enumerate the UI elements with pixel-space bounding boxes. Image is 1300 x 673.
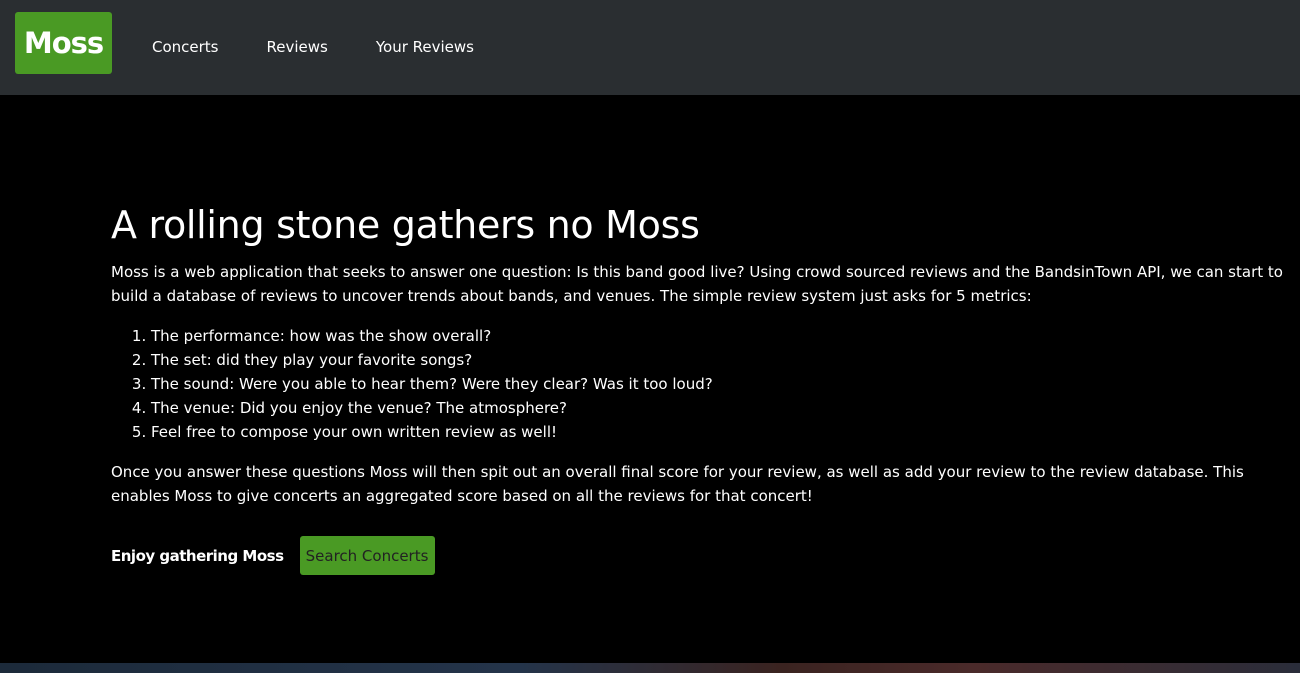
- nav-links: Concerts Reviews Your Reviews: [152, 37, 522, 57]
- intro-paragraph: Moss is a web application that seeks to …: [111, 263, 1283, 305]
- list-item: The performance: how was the show overal…: [151, 324, 1286, 348]
- brand-logo-link[interactable]: Moss: [15, 12, 112, 74]
- nav-link-concerts[interactable]: Concerts: [152, 37, 219, 57]
- main-content: A rolling stone gathers no Moss Moss is …: [111, 200, 1286, 508]
- navbar: Moss Concerts Reviews Your Reviews: [0, 0, 1300, 95]
- nav-link-reviews[interactable]: Reviews: [267, 37, 328, 57]
- search-concerts-button[interactable]: Search Concerts: [299, 536, 435, 575]
- list-item: The sound: Were you able to hear them? W…: [151, 372, 1286, 396]
- list-item: The set: did they play your favorite son…: [151, 348, 1286, 372]
- outro-paragraph: Once you answer these questions Moss wil…: [111, 463, 1244, 505]
- cta-text: Enjoy gathering Moss: [111, 546, 284, 565]
- list-item: The venue: Did you enjoy the venue? The …: [151, 396, 1286, 420]
- nav-link-your-reviews[interactable]: Your Reviews: [376, 37, 474, 57]
- os-taskbar: [0, 663, 1300, 673]
- list-item: Feel free to compose your own written re…: [151, 420, 1286, 444]
- cta-row: Enjoy gathering Moss Search Concerts: [111, 536, 435, 575]
- metrics-list: The performance: how was the show overal…: [111, 324, 1286, 444]
- page-title: A rolling stone gathers no Moss: [111, 203, 700, 247]
